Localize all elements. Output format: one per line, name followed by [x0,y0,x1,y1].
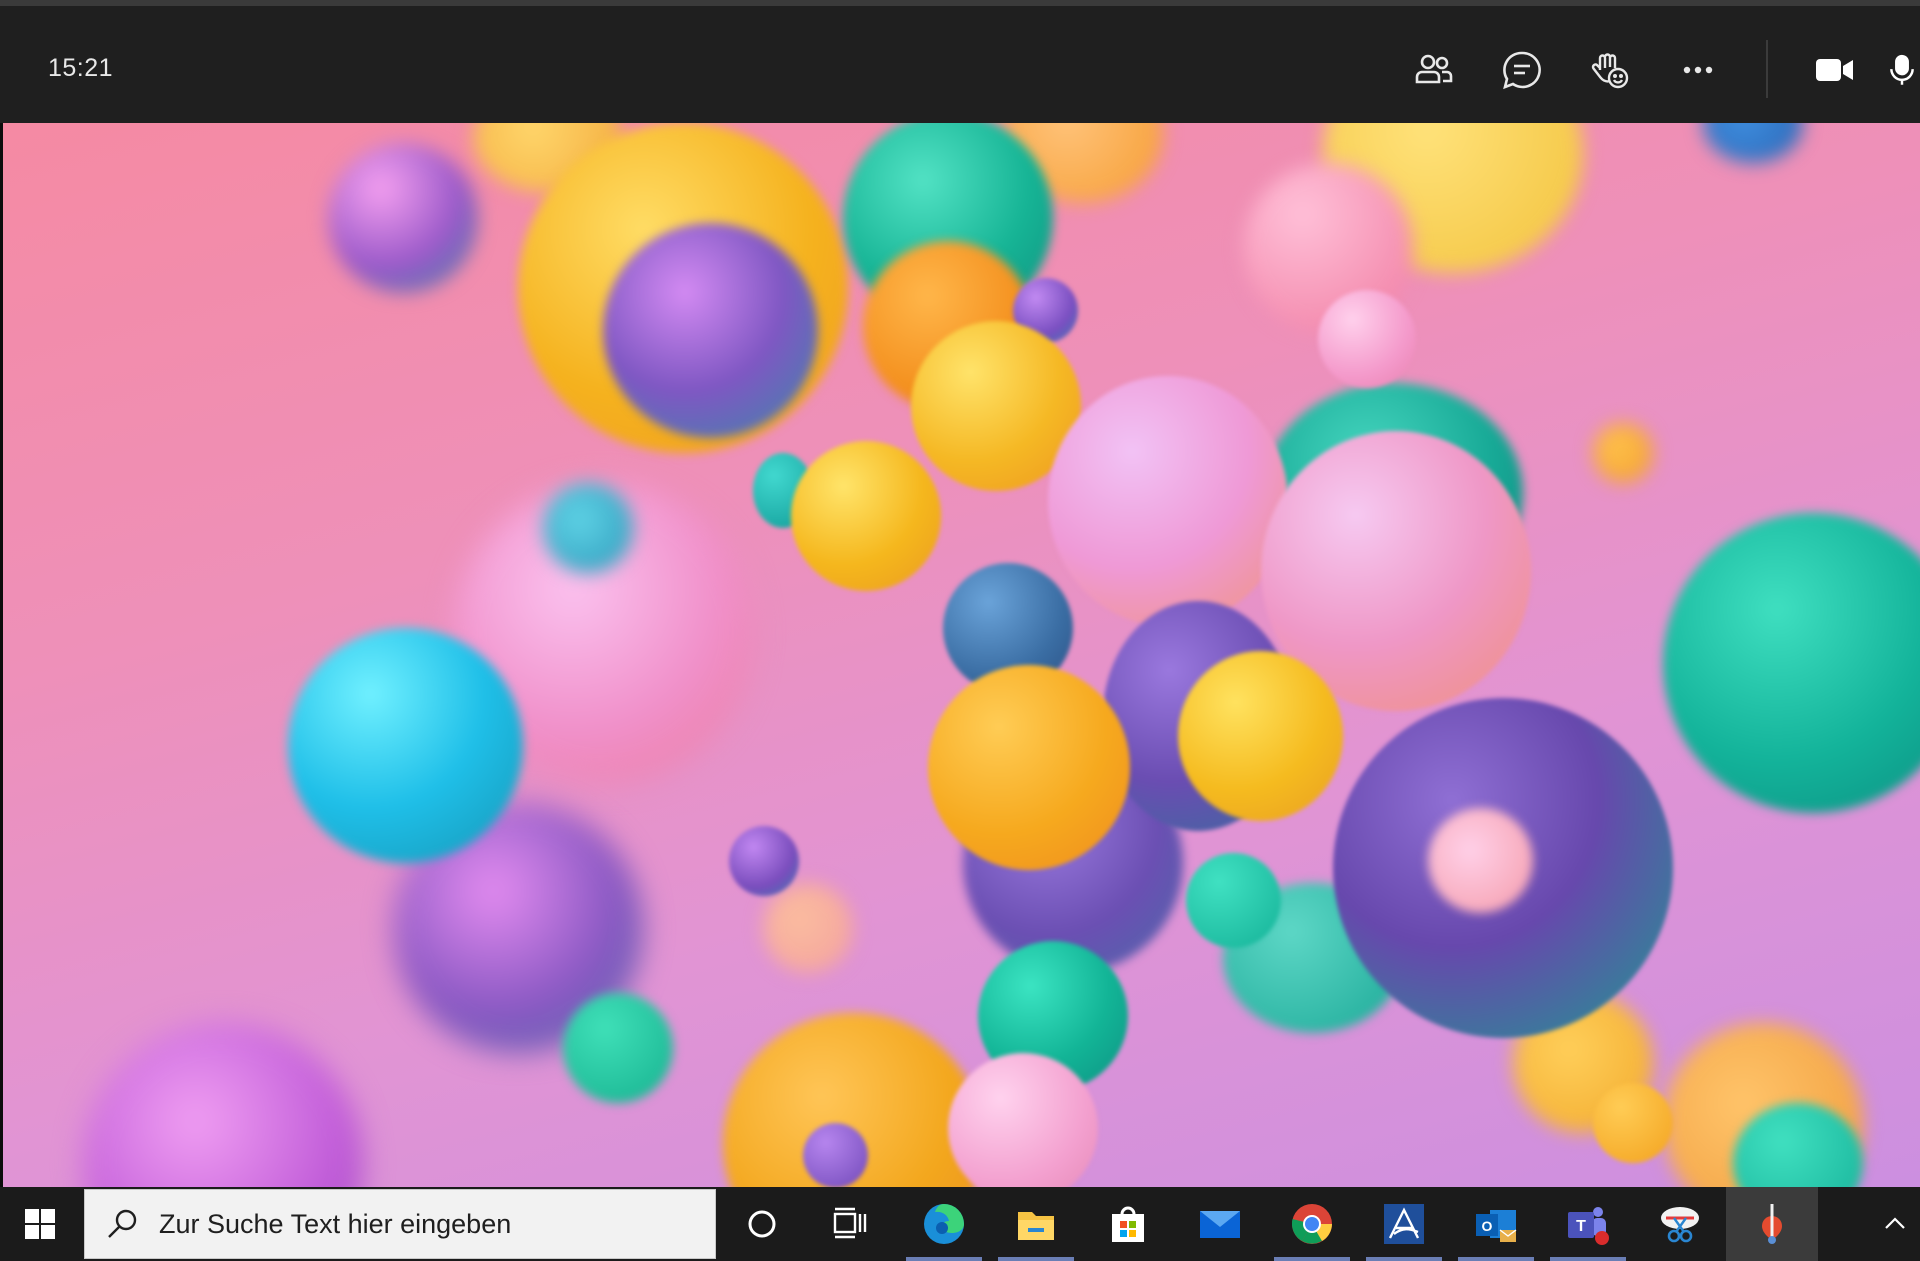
meeting-clock: 15:21 [48,54,114,82]
raise-hand-button[interactable] [1582,42,1638,98]
show-hidden-icons-icon [1885,1217,1905,1229]
sphere [1593,423,1653,483]
search-icon [108,1209,137,1238]
app-icon [1384,1204,1424,1244]
sphere [563,993,673,1103]
microsoft-store-taskbar-item[interactable] [1082,1187,1174,1261]
camera-button[interactable] [1806,42,1862,98]
mail-icon [1200,1211,1240,1238]
shared-screen [0,123,1920,1187]
more-options-button[interactable] [1670,42,1726,98]
snipping-tool-icon [1661,1207,1699,1243]
microphone-icon [1890,54,1914,85]
toolbar-separator [1766,40,1768,98]
search-placeholder: Zur Suche Text hier eingeben [159,1208,512,1239]
show-hidden-icons-button[interactable] [1870,1187,1920,1261]
svg-text:T: T [1576,1218,1586,1235]
taskbar-search-box[interactable]: Zur Suche Text hier eingeben [84,1189,716,1259]
chrome-icon [1291,1204,1332,1244]
active-app-taskbar-item[interactable] [1726,1187,1818,1261]
file-explorer-icon [1018,1212,1054,1240]
task-view-button[interactable] [804,1187,896,1261]
file-explorer-taskbar-item[interactable] [990,1187,1082,1261]
camera-icon [1816,59,1853,81]
sphere [328,143,478,293]
cortana-button[interactable] [716,1187,808,1261]
meeting-toolbar: 15:21 [0,0,1920,123]
sphere [803,1123,868,1187]
sphere [1178,651,1343,821]
participants-icon [1415,54,1453,84]
edge-taskbar-item[interactable] [898,1187,990,1261]
sphere [1048,376,1288,626]
taskbar: Zur Suche Text hier eingeben O T [0,1187,1920,1261]
svg-text:O: O [1482,1218,1493,1234]
app-taskbar-item[interactable] [1358,1187,1450,1261]
sphere [729,826,799,896]
cortana-icon [748,1210,776,1238]
more-options-icon [1683,66,1713,74]
sphere [791,441,941,591]
teams-taskbar-item[interactable]: T [1542,1187,1634,1261]
sphere [543,483,633,573]
sphere [928,665,1130,870]
sphere [763,883,853,973]
chat-icon [1503,51,1541,90]
microphone-button[interactable] [1890,42,1920,98]
sphere [1663,513,1920,813]
outlook-icon: O [1476,1210,1517,1242]
edge-icon [924,1204,964,1244]
chrome-taskbar-item[interactable] [1266,1187,1358,1261]
mail-taskbar-item[interactable] [1174,1187,1266,1261]
task-view-icon [833,1207,867,1239]
sphere [1593,1083,1673,1163]
chat-button[interactable] [1494,42,1550,98]
windows-logo-icon [25,1209,55,1239]
sphere [1428,808,1533,913]
sphere [1186,853,1281,948]
raise-hand-icon [1591,53,1629,89]
microsoft-store-icon [1112,1206,1144,1242]
sphere [1318,290,1416,388]
snipping-tool-taskbar-item[interactable] [1634,1187,1726,1261]
outlook-taskbar-item[interactable]: O [1450,1187,1542,1261]
active-app-icon [1762,1204,1782,1244]
teams-icon: T [1568,1207,1609,1245]
sphere [603,223,818,438]
sphere [1703,123,1803,163]
sphere [83,1023,363,1187]
participants-button[interactable] [1406,42,1462,98]
sphere [288,628,523,863]
start-button[interactable] [0,1187,80,1261]
